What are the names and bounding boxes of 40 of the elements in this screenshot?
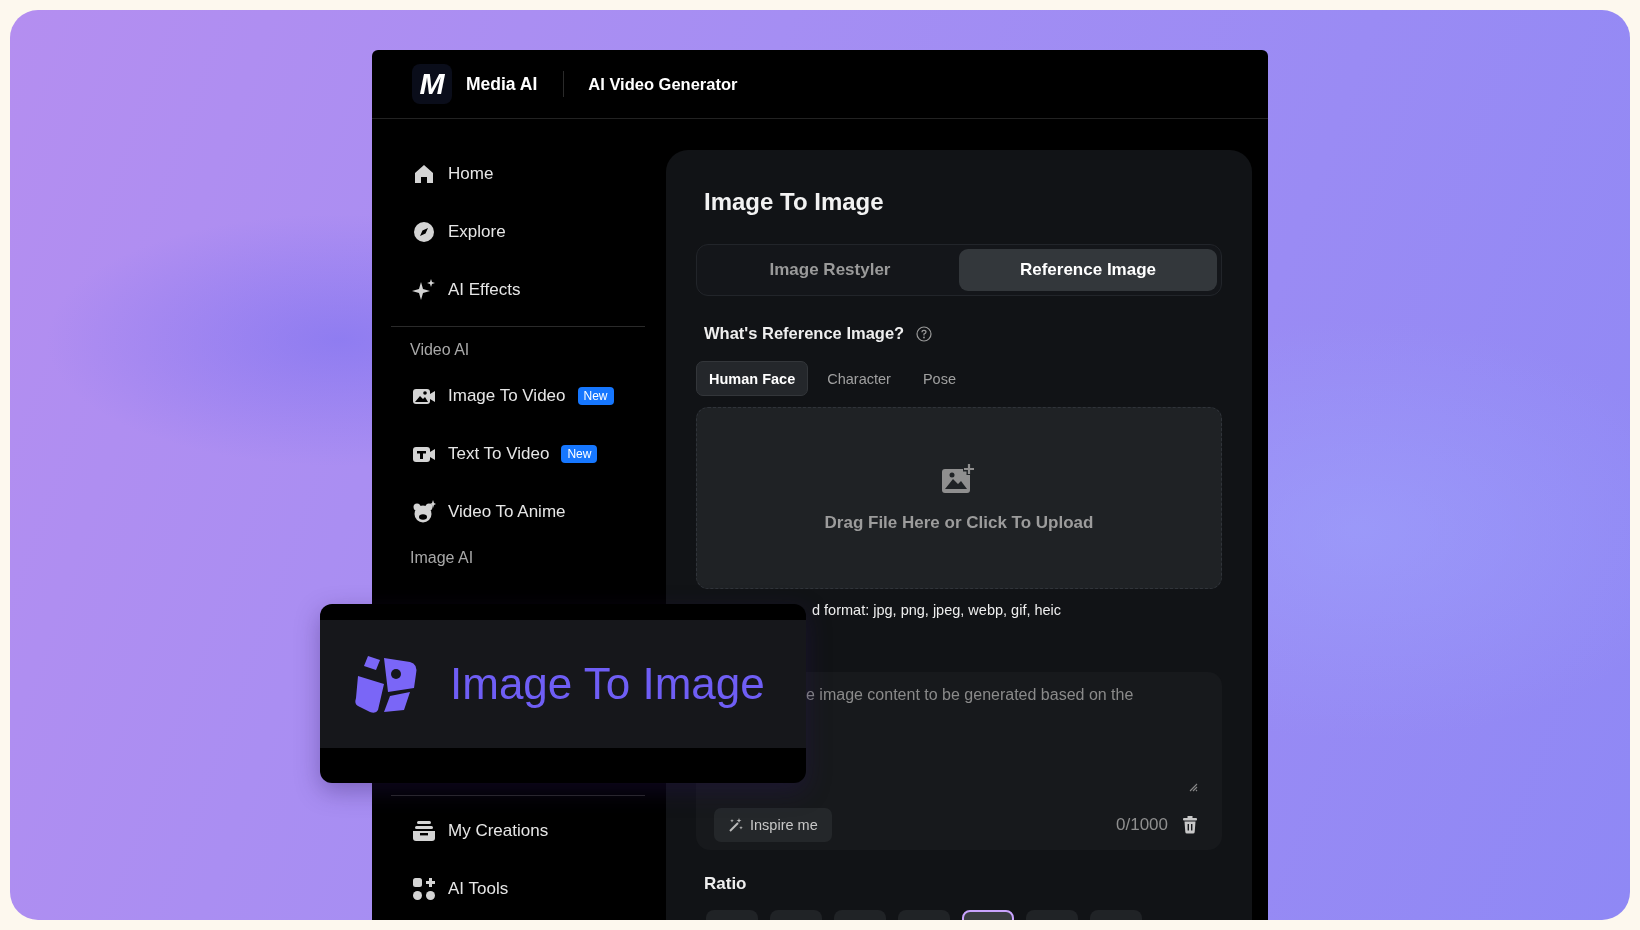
format-note: d format: jpg, png, jpeg, webp, gif, heic: [811, 602, 1063, 618]
sidebar-item[interactable]: Video To Anime: [391, 483, 645, 541]
page-title: AI Video Generator: [588, 74, 738, 94]
reference-type-tab[interactable]: Human Face: [696, 361, 809, 396]
resize-handle-icon: [1188, 782, 1198, 792]
reference-type-tab[interactable]: Pose: [909, 361, 969, 396]
logo-mark: M: [412, 64, 452, 104]
sidebar-item[interactable]: Home: [391, 145, 645, 203]
upload-hint: Drag File Here or Click To Upload: [824, 513, 1094, 533]
section-heading: Image AI: [409, 548, 475, 568]
new-badge: New: [561, 445, 598, 463]
sidebar-item[interactable]: Image To Video New: [391, 367, 645, 425]
inspire-button[interactable]: Inspire me: [714, 808, 832, 842]
new-badge: New: [577, 387, 614, 405]
question-label: What's Reference Image?: [704, 324, 905, 343]
sidebar-item[interactable]: Explore: [391, 203, 645, 261]
help-icon: [916, 325, 933, 342]
panel-title: Image To Image: [703, 188, 885, 216]
sidebar-item[interactable]: AI Effects: [391, 261, 645, 319]
character-counter: 0/1000: [1116, 815, 1168, 835]
upload-area[interactable]: Drag File Here or Click To Upload: [696, 407, 1222, 589]
compass-icon: [412, 220, 436, 244]
prompt-field[interactable]: e image content to be generated based on the: [806, 686, 1204, 704]
tray-icon: [412, 819, 436, 843]
mode-tab[interactable]: Reference Image: [959, 249, 1217, 291]
brand-name: Media AI: [466, 73, 538, 95]
reference-type-tab[interactable]: Character: [814, 361, 904, 396]
section-heading: Video AI: [409, 340, 471, 360]
apps-grid-icon: [412, 877, 436, 901]
magic-wand-icon: [728, 817, 744, 833]
image-add-icon: [942, 463, 976, 493]
mode-tab[interactable]: Image Restyler: [701, 249, 959, 291]
ratio-label: Ratio: [703, 874, 748, 894]
bear-face-icon: [412, 500, 436, 524]
sidebar-item[interactable]: AI Tools: [391, 860, 645, 918]
sidebar-item[interactable]: Text To Video New: [391, 425, 645, 483]
callout-title: Image To Image: [450, 659, 765, 709]
sidebar-item[interactable]: My Creations: [391, 802, 645, 860]
home-icon: [412, 162, 436, 186]
trash-icon[interactable]: [1182, 816, 1198, 834]
